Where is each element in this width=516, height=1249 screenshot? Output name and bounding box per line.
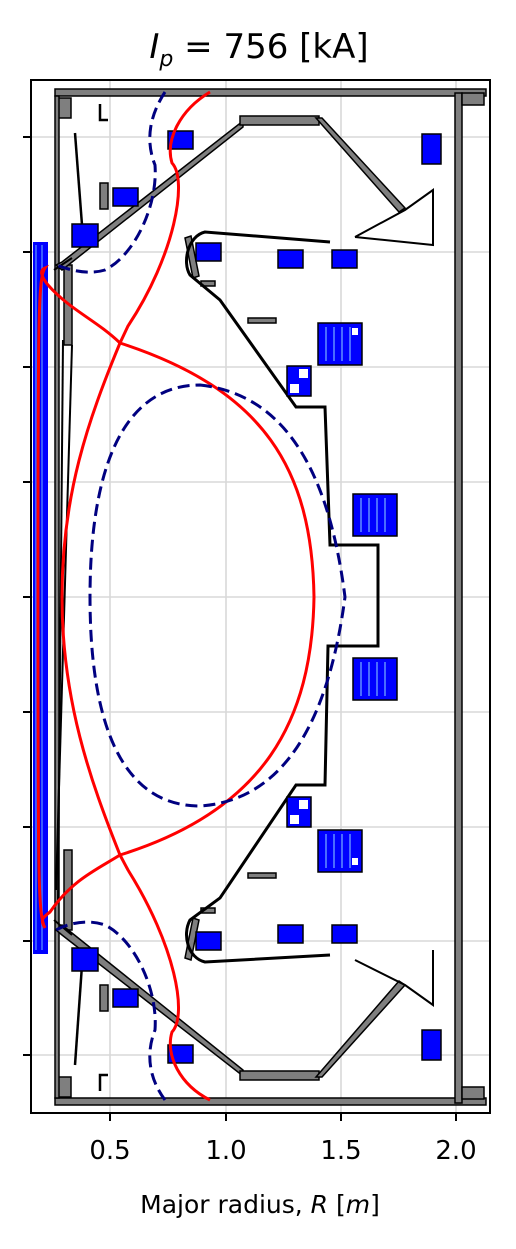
x-axis-label-prefix: Major radius,: [140, 1190, 311, 1219]
coil-pf-outer-bottom: [421, 1029, 442, 1061]
x-tick-label: 2.0: [435, 1136, 476, 1166]
coil-pf-outer-top: [421, 133, 442, 165]
coil-shaping-lower: [317, 829, 363, 873]
x-axis-label-unit-close: ]: [370, 1190, 380, 1219]
vessel-inner-wall: [54, 95, 60, 1099]
coil-upper-4: [195, 242, 222, 262]
x-axis-label: Major radius, R [m]: [140, 1190, 380, 1219]
coil-upper-2: [112, 187, 139, 207]
x-tick-labels: 0.5 1.0 1.5 2.0: [89, 1136, 476, 1166]
coil-lower-4: [195, 931, 222, 951]
x-axis-label-unit: m: [346, 1190, 370, 1219]
upper-left-block: [99, 182, 109, 210]
vessel-corner-top: [461, 92, 485, 106]
x-tick-label: 0.5: [89, 1136, 130, 1166]
coil-upper-5: [277, 249, 304, 269]
coil-lower-3: [71, 947, 99, 972]
y-ticks: [23, 136, 31, 1056]
vessel-outer-wall: [454, 92, 463, 1104]
coil-vertical-upper: [352, 493, 398, 537]
vessel-bottom-plate: [54, 1097, 487, 1106]
vessel-corner-bottom: [461, 1086, 485, 1100]
title-variable: I: [149, 27, 159, 67]
coil-lower-2: [112, 988, 139, 1008]
coil-upper-6: [331, 249, 358, 269]
x-ticks: [109, 1113, 457, 1121]
coil-lower-6: [331, 924, 358, 944]
plot-title: Ip = 756 [kA]: [149, 27, 368, 72]
lower-plate: [247, 872, 277, 879]
x-axis-label-variable: R: [311, 1190, 328, 1219]
coil-lower-5: [277, 924, 304, 944]
vessel-top-plate: [54, 88, 487, 97]
central-solenoid: [33, 242, 48, 954]
lower-left-block: [99, 984, 109, 1012]
upper-plate: [247, 317, 277, 324]
lower-bottom-wall: [239, 1070, 320, 1081]
title-subscript: p: [158, 47, 173, 72]
x-axis-label-unit-open: [: [328, 1190, 346, 1219]
x-tick-label: 1.0: [205, 1136, 246, 1166]
upper-top-wall: [239, 115, 320, 126]
coil-upper-3: [71, 223, 99, 248]
title-value: = 756 [kA]: [173, 27, 368, 67]
x-tick-label: 1.5: [320, 1136, 361, 1166]
coil-vertical-lower: [352, 657, 398, 701]
equilibrium-plot: Ip = 756 [kA] 0.5 1.0 1.5 2.0 Major radi…: [23, 27, 491, 1219]
equilibrium-figure: Ip = 756 [kA] 0.5 1.0 1.5 2.0 Major radi…: [0, 0, 516, 1249]
